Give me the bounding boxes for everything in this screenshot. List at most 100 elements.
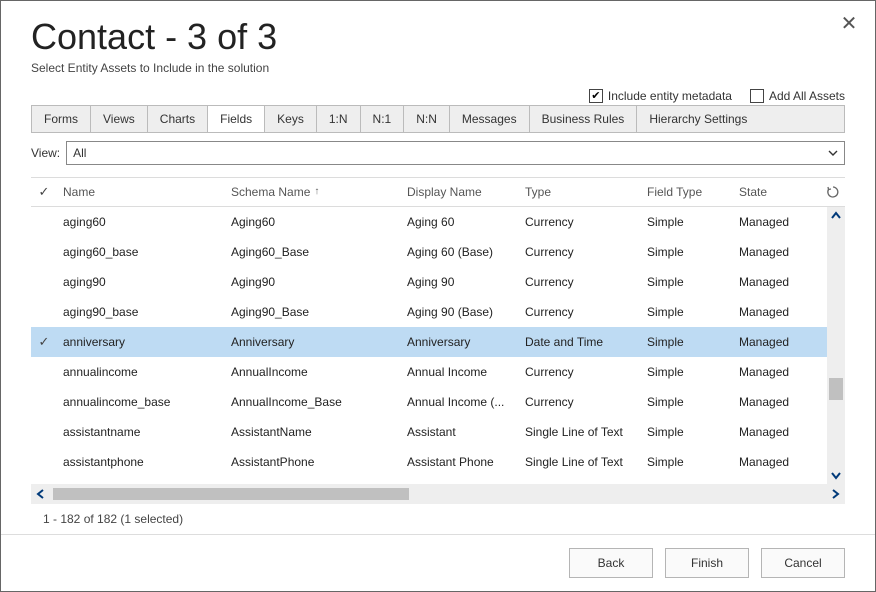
checkbox-icon: ✔: [589, 89, 603, 103]
cell-field-type: Simple: [641, 335, 733, 349]
chevron-right-icon[interactable]: [825, 484, 845, 504]
table-row[interactable]: aging90Aging90Aging 90CurrencySimpleMana…: [31, 267, 845, 297]
cell-type: Date and Time: [519, 335, 641, 349]
chevron-up-icon[interactable]: [827, 207, 845, 225]
fields-grid: ✓ Name Schema Name ↑ Display Name Type F…: [31, 177, 845, 534]
cell-name: aging60_base: [57, 245, 225, 259]
scrollbar-thumb[interactable]: [829, 378, 843, 400]
dialog-footer: Back Finish Cancel: [1, 534, 875, 591]
cell-field-type: Simple: [641, 245, 733, 259]
cell-type: Currency: [519, 215, 641, 229]
tab-charts[interactable]: Charts: [148, 106, 208, 132]
cell-schema-name: Aging60: [225, 215, 401, 229]
select-all-checkbox[interactable]: ✓: [31, 185, 57, 198]
close-icon[interactable]: ✕: [837, 11, 861, 35]
tab-n-n[interactable]: N:N: [404, 106, 450, 132]
column-header-schema-name[interactable]: Schema Name ↑: [225, 185, 401, 199]
cell-schema-name: Aging60_Base: [225, 245, 401, 259]
tab-1-n[interactable]: 1:N: [317, 106, 361, 132]
table-row[interactable]: assistantphoneAssistantPhoneAssistant Ph…: [31, 447, 845, 477]
back-button[interactable]: Back: [569, 548, 653, 578]
column-header-type[interactable]: Type: [519, 185, 641, 199]
include-metadata-checkbox[interactable]: ✔ Include entity metadata: [589, 89, 732, 103]
column-header-display-name[interactable]: Display Name: [401, 185, 519, 199]
tab-strip: FormsViewsChartsFieldsKeys1:NN:1N:NMessa…: [31, 105, 845, 133]
cell-field-type: Simple: [641, 305, 733, 319]
table-row[interactable]: aging60_baseAging60_BaseAging 60 (Base)C…: [31, 237, 845, 267]
tab-views[interactable]: Views: [91, 106, 148, 132]
cell-display-name: Aging 60: [401, 215, 519, 229]
horizontal-scrollbar[interactable]: [31, 484, 845, 504]
cell-schema-name: AssistantPhone: [225, 455, 401, 469]
cancel-button[interactable]: Cancel: [761, 548, 845, 578]
table-row[interactable]: annualincome_baseAnnualIncome_BaseAnnual…: [31, 387, 845, 417]
cell-type: Currency: [519, 395, 641, 409]
cell-schema-name: AnnualIncome: [225, 365, 401, 379]
page-title: Contact - 3 of 3: [31, 17, 845, 57]
tab-forms[interactable]: Forms: [32, 106, 91, 132]
row-checkbox[interactable]: ✓: [31, 335, 57, 348]
view-row: View: All: [31, 139, 845, 167]
table-row[interactable]: assistantnameAssistantNameAssistantSingl…: [31, 417, 845, 447]
chevron-down-icon[interactable]: [827, 466, 845, 484]
column-header-name[interactable]: Name: [57, 185, 225, 199]
refresh-icon[interactable]: [821, 185, 845, 199]
tab-business-rules[interactable]: Business Rules: [530, 106, 638, 132]
cell-schema-name: Anniversary: [225, 335, 401, 349]
cell-name: aging90_base: [57, 305, 225, 319]
table-row[interactable]: ✓anniversaryAnniversaryAnniversaryDate a…: [31, 327, 845, 357]
hscroll-track[interactable]: [51, 486, 825, 502]
tab-hierarchy-settings[interactable]: Hierarchy Settings: [637, 106, 759, 132]
view-select[interactable]: All: [66, 141, 845, 165]
options-row: ✔ Include entity metadata Add All Assets: [589, 89, 845, 103]
cell-type: Currency: [519, 305, 641, 319]
table-row[interactable]: aging60Aging60Aging 60CurrencySimpleMana…: [31, 207, 845, 237]
cell-type: Currency: [519, 365, 641, 379]
cell-display-name: Annual Income: [401, 365, 519, 379]
cell-field-type: Simple: [641, 275, 733, 289]
include-metadata-label: Include entity metadata: [608, 89, 732, 103]
finish-button[interactable]: Finish: [665, 548, 749, 578]
checkbox-icon: [750, 89, 764, 103]
cell-display-name: Aging 90 (Base): [401, 305, 519, 319]
cell-name: assistantname: [57, 425, 225, 439]
grid-rows: aging60Aging60Aging 60CurrencySimpleMana…: [31, 207, 845, 477]
cell-schema-name: AssistantName: [225, 425, 401, 439]
cell-field-type: Simple: [641, 365, 733, 379]
cell-display-name: Aging 60 (Base): [401, 245, 519, 259]
cell-name: annualincome: [57, 365, 225, 379]
add-all-assets-checkbox[interactable]: Add All Assets: [750, 89, 845, 103]
cell-schema-name: Aging90_Base: [225, 305, 401, 319]
view-label: View:: [31, 146, 60, 160]
dialog-contact-assets: ✕ Contact - 3 of 3 Select Entity Assets …: [0, 0, 876, 592]
cell-display-name: Aging 90: [401, 275, 519, 289]
vertical-scrollbar[interactable]: [827, 207, 845, 484]
cell-field-type: Simple: [641, 455, 733, 469]
cell-type: Single Line of Text: [519, 455, 641, 469]
cell-name: aging60: [57, 215, 225, 229]
cell-name: assistantphone: [57, 455, 225, 469]
tab-fields[interactable]: Fields: [208, 106, 265, 132]
add-all-assets-label: Add All Assets: [769, 89, 845, 103]
page-subtitle: Select Entity Assets to Include in the s…: [31, 61, 845, 75]
grid-header: ✓ Name Schema Name ↑ Display Name Type F…: [31, 178, 845, 207]
table-row[interactable]: aging90_baseAging90_BaseAging 90 (Base)C…: [31, 297, 845, 327]
cell-type: Single Line of Text: [519, 425, 641, 439]
dialog-content: Contact - 3 of 3 Select Entity Assets to…: [1, 1, 875, 534]
table-row[interactable]: annualincomeAnnualIncomeAnnual IncomeCur…: [31, 357, 845, 387]
cell-name: annualincome_base: [57, 395, 225, 409]
cell-display-name: Assistant Phone: [401, 455, 519, 469]
grid-body: aging60Aging60Aging 60CurrencySimpleMana…: [31, 207, 845, 484]
column-header-field-type[interactable]: Field Type: [641, 185, 733, 199]
cell-display-name: Assistant: [401, 425, 519, 439]
hscroll-thumb[interactable]: [53, 488, 409, 500]
tab-messages[interactable]: Messages: [450, 106, 530, 132]
tab-n-1[interactable]: N:1: [361, 106, 405, 132]
cell-type: Currency: [519, 245, 641, 259]
cell-name: aging90: [57, 275, 225, 289]
tab-keys[interactable]: Keys: [265, 106, 317, 132]
cell-name: anniversary: [57, 335, 225, 349]
chevron-left-icon[interactable]: [31, 484, 51, 504]
chevron-down-icon: [826, 146, 840, 160]
cell-display-name: Anniversary: [401, 335, 519, 349]
